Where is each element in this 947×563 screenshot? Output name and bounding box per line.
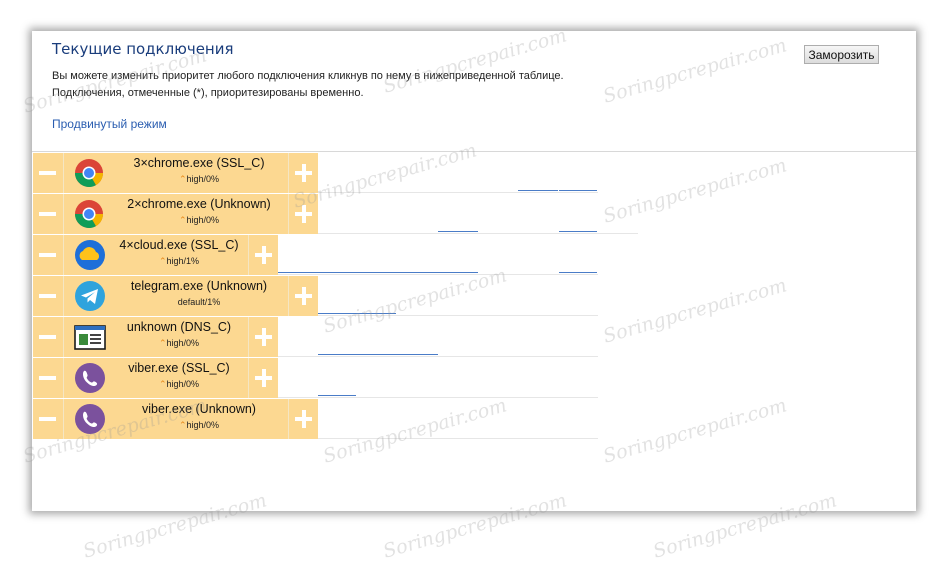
- increase-priority-button[interactable]: [288, 399, 318, 439]
- page-title: Текущие подключения: [52, 40, 234, 58]
- process-name: unknown (DNS_C): [126, 320, 232, 334]
- decrease-priority-button[interactable]: [33, 358, 64, 398]
- connection-row[interactable]: unknown (DNS_C) ⌃high/0%: [33, 317, 278, 357]
- bandwidth-line: [559, 231, 597, 232]
- process-name: viber.exe (Unknown): [142, 402, 256, 416]
- connection-row[interactable]: viber.exe (SSL_C) ⌃high/0%: [33, 358, 278, 398]
- window-app-icon: [64, 317, 110, 357]
- bandwidth-line: [278, 272, 478, 273]
- connection-info: viber.exe (SSL_C) ⌃high/0%: [110, 358, 248, 398]
- process-name: 3×chrome.exe (SSL_C): [133, 156, 265, 170]
- bandwidth-line: [318, 313, 396, 314]
- bandwidth-line: [559, 272, 597, 273]
- priority-label: ⌃high/0%: [158, 338, 200, 348]
- priority-label: ⌃high/0%: [178, 420, 220, 430]
- decrease-priority-button[interactable]: [33, 399, 64, 439]
- process-name: viber.exe (SSL_C): [128, 361, 230, 375]
- increase-priority-button[interactable]: [288, 153, 318, 193]
- increase-priority-button[interactable]: [248, 358, 278, 398]
- row-divider: [278, 274, 598, 275]
- description-line-2: Подключения, отмеченные (*), приоритезир…: [52, 87, 364, 99]
- priority-up-icon: ⌃: [178, 174, 187, 184]
- priority-up-icon: ⌃: [158, 379, 167, 389]
- decrease-priority-button[interactable]: [33, 235, 64, 275]
- cloud-icon: [64, 235, 110, 275]
- priority-label: ⌃high/0%: [158, 379, 200, 389]
- connection-info: viber.exe (Unknown) ⌃high/0%: [110, 399, 288, 439]
- bandwidth-line: [438, 231, 478, 232]
- priority-up-icon: ⌃: [158, 256, 167, 266]
- row-divider: [318, 233, 638, 234]
- viber-icon: [64, 358, 110, 398]
- connection-row[interactable]: 2×chrome.exe (Unknown) ⌃high/0%: [33, 194, 318, 234]
- priority-label: ⌃high/1%: [158, 256, 200, 266]
- process-name: 2×chrome.exe (Unknown): [127, 197, 271, 211]
- bandwidth-line: [318, 354, 438, 355]
- connection-row[interactable]: viber.exe (Unknown) ⌃high/0%: [33, 399, 318, 439]
- priority-up-icon: ⌃: [158, 338, 167, 348]
- bandwidth-line: [518, 190, 558, 191]
- increase-priority-button[interactable]: [288, 276, 318, 316]
- row-divider: [278, 356, 598, 357]
- telegram-icon: [64, 276, 110, 316]
- viber-icon: [64, 399, 110, 439]
- header-separator: [32, 151, 916, 152]
- row-divider: [318, 192, 598, 193]
- connection-info: unknown (DNS_C) ⌃high/0%: [110, 317, 248, 357]
- connection-row[interactable]: 4×cloud.exe (SSL_C) ⌃high/1%: [33, 235, 278, 275]
- increase-priority-button[interactable]: [288, 194, 318, 234]
- process-name: telegram.exe (Unknown): [130, 279, 268, 293]
- decrease-priority-button[interactable]: [33, 153, 64, 193]
- increase-priority-button[interactable]: [248, 317, 278, 357]
- chrome-icon: [64, 153, 110, 193]
- bandwidth-line: [318, 395, 356, 396]
- bandwidth-line: [559, 190, 597, 191]
- connection-info: 3×chrome.exe (SSL_C) ⌃high/0%: [110, 153, 288, 193]
- priority-label: ⌃high/0%: [178, 174, 220, 184]
- priority-up-icon: ⌃: [178, 215, 187, 225]
- row-divider: [278, 397, 598, 398]
- decrease-priority-button[interactable]: [33, 276, 64, 316]
- priority-label: ⌃high/0%: [178, 215, 220, 225]
- connection-row[interactable]: telegram.exe (Unknown) default/1%: [33, 276, 318, 316]
- increase-priority-button[interactable]: [248, 235, 278, 275]
- connection-row[interactable]: 3×chrome.exe (SSL_C) ⌃high/0%: [33, 153, 318, 193]
- connection-info: telegram.exe (Unknown) default/1%: [110, 276, 288, 316]
- description-line-1: Вы можете изменить приоритет любого подк…: [52, 70, 564, 82]
- chrome-icon: [64, 194, 110, 234]
- priority-label: default/1%: [177, 297, 221, 307]
- connection-info: 4×cloud.exe (SSL_C) ⌃high/1%: [110, 235, 248, 275]
- priority-up-icon: ⌃: [178, 420, 187, 430]
- decrease-priority-button[interactable]: [33, 317, 64, 357]
- row-divider: [318, 315, 598, 316]
- description: Вы можете изменить приоритет любого подк…: [52, 68, 564, 102]
- row-divider: [318, 438, 598, 439]
- advanced-mode-link[interactable]: Продвинутый режим: [52, 117, 167, 131]
- freeze-button[interactable]: Заморозить: [804, 45, 879, 64]
- connection-info: 2×chrome.exe (Unknown) ⌃high/0%: [110, 194, 288, 234]
- process-name: 4×cloud.exe (SSL_C): [119, 238, 239, 252]
- decrease-priority-button[interactable]: [33, 194, 64, 234]
